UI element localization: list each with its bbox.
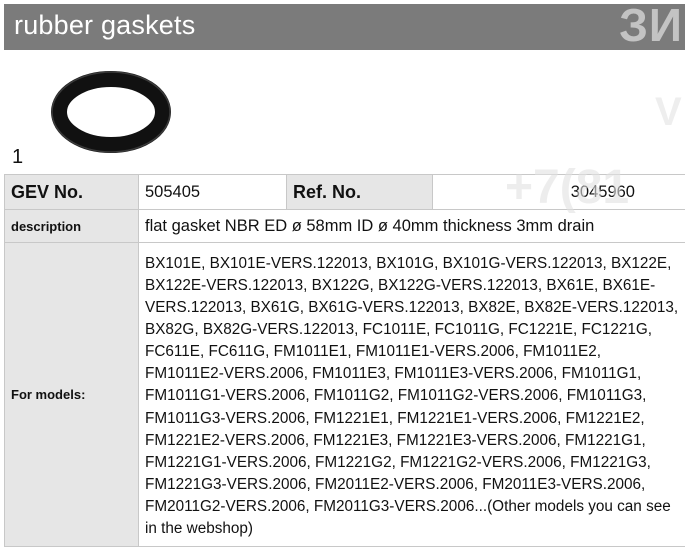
gev-label: GEV No.	[4, 174, 139, 210]
gasket-ring-icon	[51, 71, 171, 153]
models-label: For models:	[4, 242, 139, 547]
models-value: BX101E, BX101E-VERS.122013, BX101G, BX10…	[138, 242, 685, 547]
header-watermark: ЗИ	[619, 0, 683, 51]
product-image-area: 1 V	[4, 50, 685, 174]
table-row-gev: GEV No. 505405 Ref. No. 3045960	[4, 174, 685, 210]
description-label: description	[4, 209, 139, 243]
ref-value: 3045960	[432, 174, 685, 210]
image-number: 1	[12, 146, 24, 168]
table-row-models: For models: BX101E, BX101E-VERS.122013, …	[4, 242, 685, 547]
ref-label: Ref. No.	[286, 174, 433, 210]
side-watermark: V	[655, 90, 682, 134]
spec-table: GEV No. 505405 Ref. No. 3045960 descript…	[4, 174, 685, 547]
table-row-description: description flat gasket NBR ED ø 58mm ID…	[4, 209, 685, 243]
page-title: rubber gaskets	[14, 10, 196, 40]
description-value: flat gasket NBR ED ø 58mm ID ø 40mm thic…	[138, 209, 685, 243]
page-header: rubber gaskets ЗИ	[4, 0, 685, 51]
gev-value: 505405	[138, 174, 287, 210]
